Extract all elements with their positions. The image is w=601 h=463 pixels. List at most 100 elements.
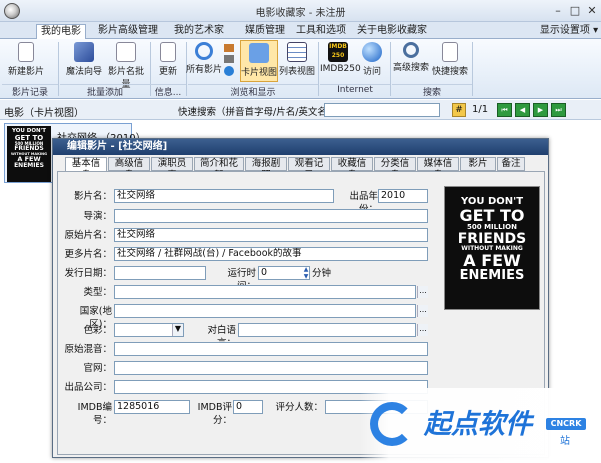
film-icon[interactable] bbox=[224, 44, 234, 52]
list-view-button[interactable]: 列表视图 bbox=[278, 41, 316, 79]
tab-cast-crew[interactable]: 演职员表 bbox=[151, 157, 193, 181]
tab-advanced-management[interactable]: 影片高级管理 bbox=[92, 24, 164, 39]
tab-basic-info[interactable]: 基本信息 bbox=[65, 157, 107, 181]
tab-posters-stills[interactable]: 海报剧照 bbox=[245, 157, 287, 181]
imdb-rating-field[interactable]: 0 bbox=[233, 400, 263, 414]
next-page-button[interactable]: ▶ bbox=[533, 103, 548, 117]
first-page-button[interactable]: ⏮ bbox=[497, 103, 512, 117]
window-title: 电影收藏家 - 未注册 bbox=[255, 8, 346, 19]
last-page-button[interactable]: ⏭ bbox=[551, 103, 566, 117]
ribbon-tab-bar: 我的电影 影片高级管理 我的艺术家 媒质管理 工具和选项 关于电影收藏家 显示设… bbox=[0, 22, 601, 39]
tab-about[interactable]: 关于电影收藏家 bbox=[352, 24, 432, 39]
small-view-buttons bbox=[224, 43, 238, 81]
dialog-title: 编辑影片 - [社交网络] bbox=[53, 139, 548, 155]
chevron-down-icon: ▼ bbox=[174, 324, 182, 333]
website-field[interactable] bbox=[114, 361, 428, 375]
magic-wizard-button[interactable]: 魔法向导 bbox=[62, 41, 106, 79]
tab-my-movies[interactable]: 我的电影 bbox=[36, 24, 86, 39]
restore-button[interactable]: □ bbox=[568, 4, 582, 17]
tab-my-artists[interactable]: 我的艺术家 bbox=[170, 24, 228, 39]
last-page-icon: ⏭ bbox=[555, 106, 562, 114]
runtime-spinner[interactable]: ▲ ▼ bbox=[302, 266, 310, 280]
view-search-bar: 电影（卡片视图） 快速搜索（拼音首字母/片名/英文名）： # 1/1 ⏮ ◀ ▶… bbox=[0, 100, 601, 120]
imdb-id-field[interactable]: 1285016 bbox=[114, 400, 190, 414]
country-label: 国家(地区)： bbox=[79, 306, 112, 330]
tab-nfo[interactable]: 影片NFO bbox=[460, 157, 496, 181]
update-label: 更新 bbox=[158, 67, 177, 77]
view-label: 电影（卡片视图） bbox=[4, 108, 84, 119]
color-label: 色彩： bbox=[83, 325, 112, 336]
aka-field[interactable]: 社交网络 / 社群网战(台) / Facebook的故事 bbox=[114, 247, 428, 261]
next-page-icon: ▶ bbox=[537, 106, 544, 114]
tab-media-management[interactable]: 媒质管理 bbox=[240, 24, 290, 39]
dialog-language-field[interactable] bbox=[238, 323, 416, 337]
all-movies-button[interactable]: 所有影片 bbox=[186, 41, 222, 79]
advanced-search-button[interactable]: 高级搜索 bbox=[392, 41, 430, 79]
year-field[interactable]: 2010 bbox=[378, 189, 428, 203]
name-batch-button[interactable]: 影片名批量 bbox=[104, 41, 148, 90]
release-date-field[interactable] bbox=[114, 266, 206, 280]
group-browse-display: 浏览和显示 bbox=[188, 84, 318, 98]
tab-watch-log[interactable]: 观看记录 bbox=[288, 157, 330, 181]
sound-mix-field[interactable] bbox=[114, 342, 428, 356]
country-more-button[interactable]: ... bbox=[417, 305, 428, 317]
original-title-field[interactable]: 社交网络 bbox=[114, 228, 428, 242]
visit-button[interactable]: 访问 bbox=[358, 41, 386, 79]
tab-tools-options[interactable]: 工具和选项 bbox=[290, 24, 352, 39]
card-view-button[interactable]: 卡片视图 bbox=[240, 40, 278, 82]
color-dropdown-arrow[interactable]: ▼ bbox=[172, 324, 183, 336]
director-label: 导演： bbox=[83, 211, 112, 222]
list-document-icon bbox=[116, 42, 136, 62]
genre-field[interactable] bbox=[114, 285, 416, 299]
grid-icon[interactable] bbox=[224, 55, 234, 63]
poster-line: ENEMIES bbox=[14, 162, 44, 170]
minimize-button[interactable]: – bbox=[551, 4, 565, 17]
puzzle-icon bbox=[249, 43, 269, 63]
tab-category-info[interactable]: 分类信息 bbox=[374, 157, 416, 181]
runtime-label: 运行时间： bbox=[227, 268, 256, 292]
country-field[interactable] bbox=[114, 304, 416, 318]
tab-advanced-info[interactable]: 高级信息 bbox=[108, 157, 150, 181]
genre-more-button[interactable]: ... bbox=[417, 286, 428, 298]
list-view-label: 列表视图 bbox=[278, 67, 315, 77]
quick-search-input[interactable] bbox=[324, 103, 440, 117]
display-settings-menu[interactable]: 显示设置项 ▾ bbox=[538, 24, 600, 39]
first-page-icon: ⏮ bbox=[501, 106, 508, 114]
update-button[interactable]: 更新 bbox=[152, 41, 184, 79]
spin-up-icon: ▲ bbox=[303, 266, 309, 273]
tab-media-info[interactable]: 媒体信息 bbox=[417, 157, 459, 181]
wand-icon bbox=[74, 42, 94, 62]
globe-small-icon[interactable] bbox=[224, 66, 234, 76]
group-movie-records: 影片记录 bbox=[2, 84, 58, 98]
ribbon-toolbar: 新建影片 魔法向导 影片名批量 更新 所有影片 卡片视图 列表视图 IMDB 2… bbox=[0, 39, 601, 99]
votes-label: 评分人数： bbox=[275, 402, 323, 413]
magnifier-icon bbox=[403, 42, 419, 58]
release-date-label: 发行日期： bbox=[64, 268, 112, 279]
brand-domain: CNCRK bbox=[546, 418, 586, 430]
imdb250-button[interactable]: IMDB 250 IMDB250 bbox=[320, 41, 361, 79]
tab-synopsis-trivia[interactable]: 简介和花絮 bbox=[194, 157, 244, 181]
imdb-rating-label: IMDB评分： bbox=[197, 402, 232, 426]
group-info: 信息... bbox=[150, 84, 186, 98]
tab-notes[interactable]: 备注 bbox=[497, 157, 525, 171]
name-field[interactable]: 社交网络 bbox=[114, 189, 334, 203]
close-button[interactable]: ✕ bbox=[585, 4, 599, 17]
globe-icon bbox=[362, 42, 382, 62]
page-indicator: 1/1 bbox=[472, 104, 489, 115]
prev-page-button[interactable]: ◀ bbox=[515, 103, 530, 117]
language-more-button[interactable]: ... bbox=[417, 324, 428, 336]
genre-label: 类型： bbox=[83, 287, 112, 298]
magic-wizard-label: 魔法向导 bbox=[65, 67, 102, 77]
card-poster-image: YOU DON'T GET TO 500 MILLION FRIENDS WIT… bbox=[7, 126, 51, 182]
director-field[interactable] bbox=[114, 209, 428, 223]
movie-poster-image[interactable]: YOU DON'T GET TO 500 MILLION FRIENDS WIT… bbox=[444, 186, 540, 310]
tab-collection-info[interactable]: 收藏信息 bbox=[331, 157, 373, 181]
sharp-filter-button[interactable]: # bbox=[452, 103, 466, 117]
year-label: 出品年份： bbox=[349, 191, 378, 215]
quick-search-button[interactable]: 快捷搜索 bbox=[430, 41, 470, 79]
group-search: 搜索 bbox=[392, 84, 472, 98]
imdb-id-label: IMDB编号： bbox=[77, 402, 112, 426]
new-movie-button[interactable]: 新建影片 bbox=[6, 41, 46, 79]
title-bar: 电影收藏家 - 未注册 – □ ✕ bbox=[0, 0, 601, 22]
quick-search-label: 快捷搜索 bbox=[431, 67, 468, 77]
